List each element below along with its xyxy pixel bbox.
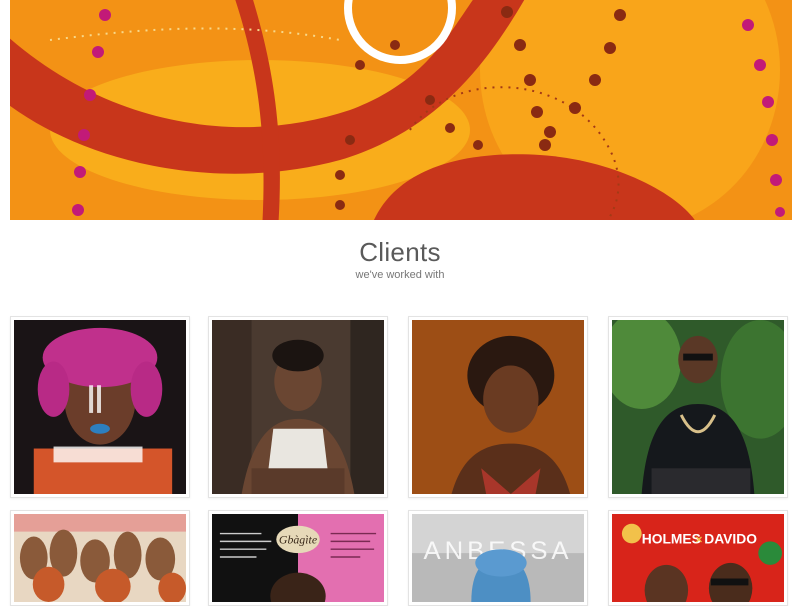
davido-text: DAVIDO — [704, 531, 757, 546]
client-artwork-album-cover: Gbàgìte — [212, 514, 384, 602]
client-photo-tattooed-man — [212, 320, 384, 494]
album-cover-title: Gbàgìte — [279, 532, 317, 546]
client-photo-pink-hair-woman — [14, 320, 186, 494]
client-card-5[interactable] — [10, 510, 190, 606]
client-card-1[interactable] — [10, 316, 190, 498]
client-artwork-holmes-davido: HOLMES × DAVIDO — [612, 514, 784, 602]
clients-grid: Gbàgìte ANBESSA HOLMES × DAVIDO — [0, 0, 800, 606]
client-photo-locs-woman — [412, 320, 584, 494]
client-card-4[interactable] — [608, 316, 788, 498]
client-artwork-crowd — [14, 514, 186, 602]
client-card-7[interactable]: ANBESSA — [408, 510, 588, 606]
client-card-6[interactable]: Gbàgìte — [208, 510, 388, 606]
svg-text:×: × — [696, 533, 703, 546]
holmes-text: HOLMES — [642, 531, 701, 546]
client-card-8[interactable]: HOLMES × DAVIDO — [608, 510, 788, 606]
client-card-2[interactable] — [208, 316, 388, 498]
client-artwork-anbessa: ANBESSA — [412, 514, 584, 602]
client-photo-sunglasses-man — [612, 320, 784, 494]
client-card-3[interactable] — [408, 316, 588, 498]
